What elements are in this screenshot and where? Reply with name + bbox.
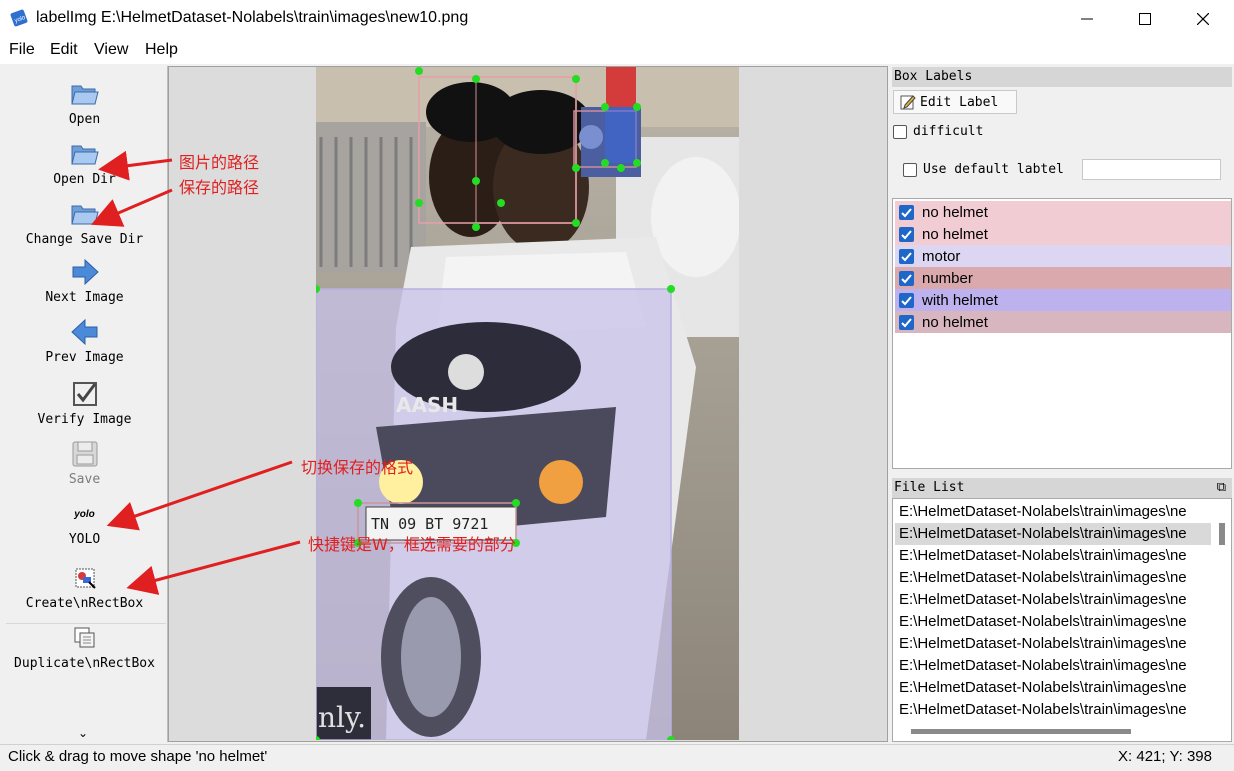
label-list-item[interactable]: motor [895,245,1231,267]
edit-label-text: Edit Label [920,94,999,110]
label-text: number [922,269,973,287]
duplicate-rectbox-label: Duplicate\nRectBox [14,656,155,671]
label-checkbox[interactable] [899,226,914,242]
edit-icon [900,95,916,110]
maximize-button[interactable] [1116,0,1174,38]
duplicate-rectbox-button[interactable]: Duplicate\nRectBox [2,622,167,671]
file-list-title: File List ⧉ [892,478,1232,498]
box-labels-title: Box Labels [892,67,1232,87]
use-default-row: Use default labtel [903,162,1064,177]
duplicate-icon [74,627,94,648]
label-checkbox[interactable] [899,270,914,286]
label-list-item[interactable]: no helmet [895,201,1231,223]
file-list-item[interactable]: E:\HelmetDataset-Nolabels\train\images\n… [895,699,1211,721]
label-list-item[interactable]: with helmet [895,289,1231,311]
check-icon [901,207,912,217]
default-label-input[interactable] [1082,159,1221,180]
file-list-title-text: File List [894,480,965,495]
file-list-item[interactable]: E:\HelmetDataset-Nolabels\train\images\n… [895,567,1211,589]
status-bar: Click & drag to move shape 'no helmet' X… [0,744,1234,771]
maximize-icon [1139,13,1151,25]
difficult-label: difficult [913,124,984,139]
close-icon [1197,13,1209,25]
annotation-save-path: 保存的路径 [179,178,260,197]
file-list-item[interactable]: E:\HelmetDataset-Nolabels\train\images\n… [895,611,1211,633]
minimize-icon [1081,18,1093,20]
file-list-item[interactable]: E:\HelmetDataset-Nolabels\train\images\n… [895,523,1211,545]
toolbar-more-icon[interactable]: ⌄ [78,726,88,740]
label-checkbox[interactable] [899,292,914,308]
label-list-item[interactable]: number [895,267,1231,289]
label-list-item[interactable]: no helmet [895,223,1231,245]
file-list[interactable]: E:\HelmetDataset-Nolabels\train\images\n… [892,498,1232,742]
file-list-item[interactable]: E:\HelmetDataset-Nolabels\train\images\n… [895,677,1211,699]
difficult-checkbox[interactable] [893,124,907,139]
file-list-item[interactable]: E:\HelmetDataset-Nolabels\train\images\n… [895,501,1211,523]
photo-watermark-text: nly. [318,701,366,734]
minimize-button[interactable] [1058,0,1116,38]
annotation-switch-format: 切换保存的格式 [301,458,414,477]
file-list-vscrollbar[interactable] [1219,523,1225,545]
status-coords: X: 421; Y: 398 [1118,748,1212,765]
check-icon [901,295,912,305]
label-text: no helmet [922,203,988,221]
check-icon [901,273,912,283]
label-checkbox[interactable] [899,248,914,264]
file-list-item[interactable]: E:\HelmetDataset-Nolabels\train\images\n… [895,633,1211,655]
use-default-label-text: Use default labtel [923,162,1064,177]
label-list-item[interactable]: no helmet [895,311,1231,333]
difficult-row: difficult [893,124,983,139]
edit-label-button[interactable]: Edit Label [893,90,1017,114]
label-checkbox[interactable] [899,204,914,220]
check-icon [901,229,912,239]
label-text: no helmet [922,225,988,243]
label-text: motor [922,247,961,265]
check-icon [901,317,912,327]
undock-icon[interactable]: ⧉ [1217,478,1226,498]
label-text: with helmet [922,291,998,309]
label-list[interactable]: no helmet no helmet motor number with helmet… [892,198,1232,469]
use-default-label-checkbox[interactable] [903,162,917,177]
close-button[interactable] [1174,0,1232,38]
file-list-item[interactable]: E:\HelmetDataset-Nolabels\train\images\n… [895,655,1211,677]
file-list-hscrollbar[interactable] [911,729,1131,734]
check-icon [901,251,912,261]
status-message: Click & drag to move shape 'no helmet' [8,748,268,765]
file-list-item[interactable]: E:\HelmetDataset-Nolabels\train\images\n… [895,545,1211,567]
annotation-arrows [90,150,301,595]
annotation-image-path: 图片的路径 [179,153,260,172]
label-checkbox[interactable] [899,314,914,330]
annotation-shortcut: 快捷键是W，框选需要的部分 [308,535,516,554]
file-list-item[interactable]: E:\HelmetDataset-Nolabels\train\images\n… [895,589,1211,611]
label-text: no helmet [922,313,988,331]
